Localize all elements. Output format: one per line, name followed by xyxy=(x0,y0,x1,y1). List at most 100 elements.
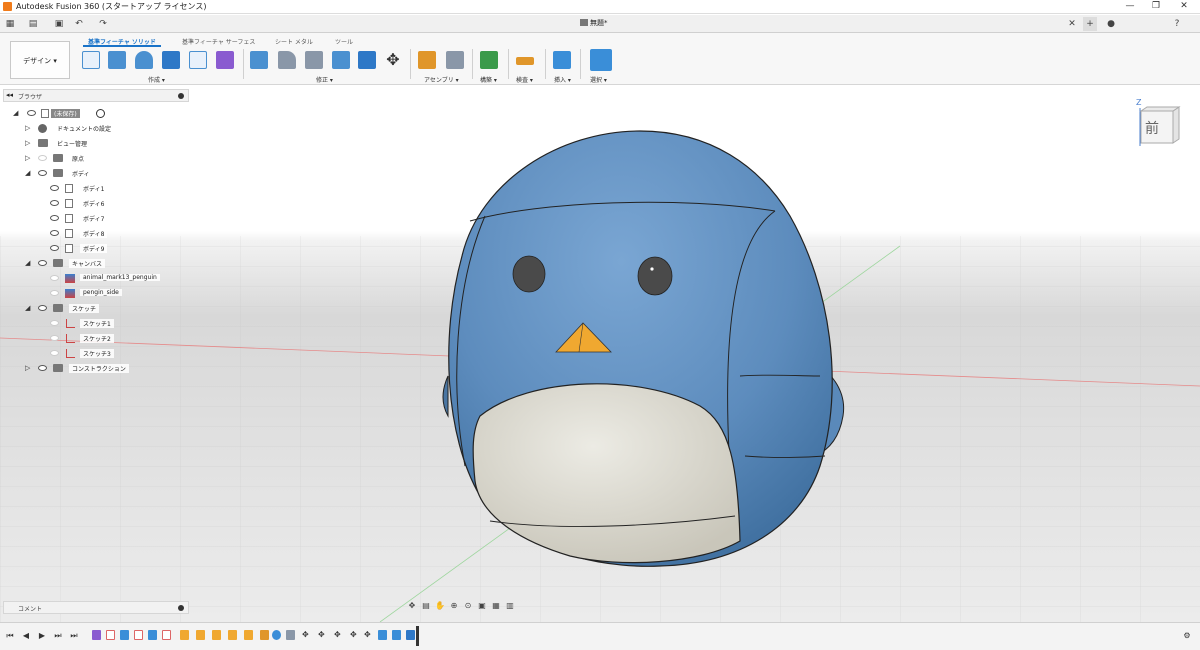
timeline-feature[interactable] xyxy=(260,630,269,640)
visibility-eye-icon[interactable] xyxy=(50,230,59,236)
view-cube[interactable]: Z 前 xyxy=(1132,96,1182,151)
visibility-eye-icon[interactable] xyxy=(27,110,36,116)
timeline-split-feature[interactable] xyxy=(196,630,205,640)
measure-icon[interactable] xyxy=(516,57,534,65)
browser-item-sketches[interactable]: ◢ スケッチ xyxy=(3,303,189,315)
visibility-eye-icon[interactable] xyxy=(38,260,47,266)
timeline-move-feature[interactable]: ✥ xyxy=(318,630,327,640)
timeline-sketch-feature[interactable] xyxy=(106,630,115,640)
select-icon[interactable] xyxy=(590,49,612,71)
zoom-window-icon[interactable]: ⊙ xyxy=(461,601,475,610)
insert-image-icon[interactable] xyxy=(553,51,571,69)
visibility-eye-icon[interactable] xyxy=(50,215,59,221)
3d-viewport[interactable]: ◂◂ ブラウザ ◢ (未保存) ▷ ドキュメントの設定 ▷ ビュー管理 ▷ 原点 xyxy=(0,86,1200,622)
browser-item-bodies[interactable]: ◢ ボディ xyxy=(3,168,189,180)
browser-item-canvases[interactable]: ◢ キャンバス xyxy=(3,258,189,270)
timeline-start-icon[interactable]: ⏮ xyxy=(5,631,15,641)
visibility-eye-icon[interactable] xyxy=(50,350,59,356)
group-select[interactable]: 選択 ▾ xyxy=(590,75,607,84)
timeline-split-feature[interactable] xyxy=(244,630,253,640)
press-pull-icon[interactable] xyxy=(250,51,268,69)
browser-item-origin[interactable]: ▷ 原点 xyxy=(3,153,189,165)
timeline-play-icon[interactable]: ▶ xyxy=(37,631,47,641)
browser-item-sketch2[interactable]: スケッチ2 xyxy=(3,333,189,345)
expand-triangle-icon[interactable]: ▷ xyxy=(25,364,30,372)
sweep-icon[interactable] xyxy=(162,51,180,69)
timeline-prev-icon[interactable]: ◀ xyxy=(21,631,31,641)
activate-radio-icon[interactable] xyxy=(96,109,105,118)
group-construct[interactable]: 構築 ▾ xyxy=(480,75,497,84)
document-tab[interactable]: 無題* xyxy=(580,18,608,28)
fillet-icon[interactable] xyxy=(278,51,296,69)
timeline-move-feature[interactable]: ✥ xyxy=(364,630,373,640)
new-component-icon[interactable] xyxy=(418,51,436,69)
close-window-button[interactable]: ✕ xyxy=(1170,0,1198,13)
browser-item-body7[interactable]: ボディ7 xyxy=(3,213,189,225)
browser-item-body6[interactable]: ボディ6 xyxy=(3,198,189,210)
view-cube-graphic[interactable]: Z 前 xyxy=(1132,96,1182,151)
timeline-marker[interactable] xyxy=(416,626,419,646)
look-at-icon[interactable]: ▤ xyxy=(419,601,433,610)
collapse-triangle-icon[interactable]: ◢ xyxy=(25,169,30,177)
visibility-eye-icon[interactable] xyxy=(50,185,59,191)
browser-item-construction[interactable]: ▷ コンストラクション xyxy=(3,363,189,375)
expand-triangle-icon[interactable]: ◢ xyxy=(13,109,18,117)
timeline-feature[interactable] xyxy=(286,630,295,640)
timeline-combine-feature[interactable] xyxy=(378,630,387,640)
minimize-button[interactable]: — xyxy=(1116,0,1144,13)
collapse-browser-icon[interactable]: ◂◂ xyxy=(6,91,13,99)
browser-header[interactable]: ◂◂ ブラウザ xyxy=(3,89,189,102)
orbit-icon[interactable]: ✥ xyxy=(405,601,419,610)
workspace-switcher-button[interactable]: デザイン ▾ xyxy=(10,41,70,79)
penguin-eye-right[interactable] xyxy=(637,256,673,296)
combine-icon[interactable] xyxy=(358,51,376,69)
timeline-canvas-feature[interactable] xyxy=(120,630,129,640)
visibility-eye-icon[interactable] xyxy=(50,335,59,341)
timeline-split-feature[interactable] xyxy=(228,630,237,640)
offset-plane-icon[interactable] xyxy=(480,51,498,69)
undo-icon[interactable]: ↶ xyxy=(72,17,86,31)
visibility-eye-icon[interactable] xyxy=(38,305,47,311)
timeline-move-feature[interactable]: ✥ xyxy=(350,630,359,640)
browser-item-sketch1[interactable]: スケッチ1 xyxy=(3,318,189,330)
browser-pin-icon[interactable] xyxy=(178,93,184,99)
visibility-eye-icon[interactable] xyxy=(50,200,59,206)
timeline-split-feature[interactable] xyxy=(212,630,221,640)
tab-surface[interactable]: 基準フィーチャ サーフェス xyxy=(182,37,255,46)
timeline-combine-feature[interactable] xyxy=(392,630,401,640)
timeline-settings-gear-icon[interactable]: ⚙ xyxy=(1182,631,1192,641)
timeline-combine-feature[interactable] xyxy=(406,630,415,640)
browser-item-body9[interactable]: ボディ9 xyxy=(3,243,189,255)
browser-item-body8[interactable]: ボディ8 xyxy=(3,228,189,240)
group-create[interactable]: 作成 ▾ xyxy=(148,75,165,84)
zoom-icon[interactable]: ⊕ xyxy=(447,601,461,610)
job-status-icon[interactable]: ● xyxy=(1104,17,1118,31)
group-insert[interactable]: 挿入 ▾ xyxy=(554,75,571,84)
browser-item-canvas-penguin[interactable]: animal_mark13_penguin xyxy=(3,273,189,285)
browser-item-views[interactable]: ▷ ビュー管理 xyxy=(3,138,189,150)
collapse-triangle-icon[interactable]: ◢ xyxy=(25,304,30,312)
tab-sheet-metal[interactable]: シート メタル xyxy=(275,37,313,46)
timeline-move-feature[interactable]: ✥ xyxy=(302,630,311,640)
tab-tools[interactable]: ツール xyxy=(335,37,353,46)
timeline-split-feature[interactable] xyxy=(180,630,189,640)
create-sketch-icon[interactable] xyxy=(82,51,100,69)
close-tab-icon[interactable]: ✕ xyxy=(1065,17,1079,31)
expand-triangle-icon[interactable]: ▷ xyxy=(25,124,30,132)
browser-item-doc-settings[interactable]: ▷ ドキュメントの設定 xyxy=(3,123,189,135)
timeline-end-icon[interactable]: ⏭ xyxy=(69,631,79,641)
redo-icon[interactable]: ↷ xyxy=(96,17,110,31)
help-icon[interactable]: ? xyxy=(1170,17,1184,31)
visibility-eye-icon[interactable] xyxy=(38,365,47,371)
penguin-eye-left[interactable] xyxy=(512,255,546,293)
display-settings-icon[interactable]: ▣ xyxy=(475,601,489,610)
file-menu-icon[interactable]: ▤ xyxy=(26,17,40,31)
visibility-eye-icon[interactable] xyxy=(50,290,59,296)
restore-button[interactable]: ❐ xyxy=(1142,0,1170,13)
loft-icon[interactable] xyxy=(189,51,207,69)
shell-icon[interactable] xyxy=(332,51,350,69)
visibility-eye-icon[interactable] xyxy=(38,155,47,161)
group-inspect[interactable]: 検査 ▾ xyxy=(516,75,533,84)
joint-icon[interactable] xyxy=(446,51,464,69)
app-grid-icon[interactable]: ▦ xyxy=(3,17,17,31)
